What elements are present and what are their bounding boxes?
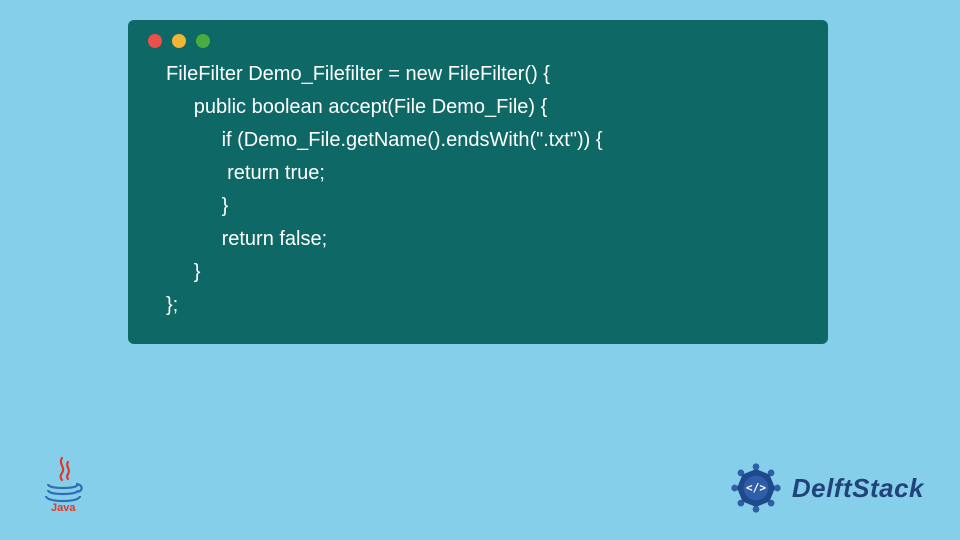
- maximize-icon[interactable]: [196, 34, 210, 48]
- delftstack-logo: </> DelftStack: [728, 460, 924, 516]
- code-line: public boolean accept(File Demo_File) {: [166, 96, 547, 118]
- delftstack-logo-label: DelftStack: [792, 473, 924, 504]
- svg-text:</>: </>: [746, 481, 766, 494]
- code-line: return false;: [166, 228, 327, 250]
- code-line: if (Demo_File.getName().endsWith(".txt")…: [166, 129, 603, 151]
- window-controls: [128, 20, 828, 56]
- code-line: FileFilter Demo_Filefilter = new FileFil…: [166, 63, 550, 85]
- code-snippet: FileFilter Demo_Filefilter = new FileFil…: [128, 56, 828, 326]
- code-line: }: [166, 195, 228, 217]
- code-line: }: [166, 261, 200, 283]
- code-window: FileFilter Demo_Filefilter = new FileFil…: [128, 20, 828, 344]
- code-line: return true;: [166, 162, 325, 184]
- java-logo-label: Java: [51, 502, 76, 514]
- close-icon[interactable]: [148, 34, 162, 48]
- delftstack-badge-icon: </>: [728, 460, 784, 516]
- java-logo-icon: Java: [38, 454, 88, 514]
- code-line: };: [166, 294, 178, 316]
- minimize-icon[interactable]: [172, 34, 186, 48]
